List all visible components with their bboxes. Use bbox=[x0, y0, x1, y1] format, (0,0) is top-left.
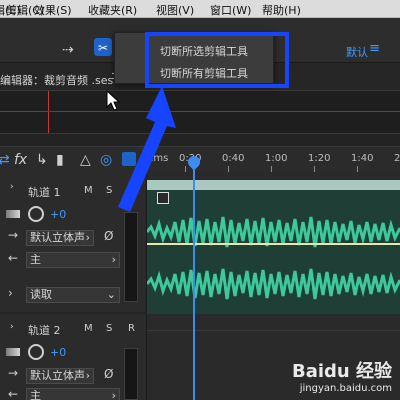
overview-strip[interactable] bbox=[0, 90, 400, 134]
ruler-label-1-20: 1:20 bbox=[308, 153, 331, 164]
track-2-output-arrow-icon: → bbox=[8, 366, 19, 380]
track-1-output-select[interactable]: 默认立体声 › bbox=[26, 230, 94, 246]
track-1-name[interactable]: 轨道 1 bbox=[28, 184, 61, 200]
waveform bbox=[147, 216, 400, 300]
track-1-level-meter bbox=[124, 212, 138, 302]
track-1-automation-expand-icon[interactable]: › bbox=[8, 286, 13, 300]
track-1-volume-knob[interactable] bbox=[28, 206, 44, 222]
chevron-right-icon: › bbox=[85, 231, 90, 244]
playhead-line[interactable] bbox=[193, 160, 195, 400]
sends-icon[interactable]: ↳ bbox=[36, 152, 48, 168]
workspace-menu-icon[interactable]: ≡ bbox=[369, 41, 380, 56]
track-1-input-label: 主 bbox=[30, 253, 41, 266]
waveform-bottom bbox=[147, 268, 400, 300]
track-1-collapse-icon[interactable]: › bbox=[10, 182, 14, 192]
mouse-cursor-icon bbox=[106, 90, 121, 111]
clip-header[interactable] bbox=[147, 180, 400, 190]
track-divider bbox=[147, 330, 400, 331]
ruler-label-1-00: 1:00 bbox=[265, 153, 288, 164]
track-1-volume-meter-icon bbox=[6, 210, 20, 218]
ruler-label-2: 2 bbox=[394, 153, 400, 164]
eq-icon[interactable]: ▮ bbox=[56, 152, 64, 168]
ruler-label-1-40: 1:40 bbox=[351, 153, 374, 164]
track-1-volume-value[interactable]: +0 bbox=[50, 208, 66, 221]
track-2-input-select[interactable]: 主 › bbox=[26, 388, 120, 400]
watermark-url: jingyan.baidu.com bbox=[299, 383, 392, 394]
track-2-name[interactable]: 轨道 2 bbox=[28, 322, 61, 338]
audio-clip-track-1[interactable] bbox=[147, 180, 400, 314]
track-2-output-label: 默认立体声 bbox=[30, 369, 85, 382]
menu-view[interactable]: 视图(V) bbox=[156, 2, 194, 18]
watermark: Baidu 经验 jingyan.baidu.com bbox=[292, 357, 392, 394]
chevron-down-icon: ⌄ bbox=[106, 288, 116, 301]
workspace-label[interactable]: 默认 bbox=[346, 44, 368, 60]
track-2-solo-button[interactable]: S bbox=[106, 323, 112, 334]
track-2-volume-value[interactable]: +0 bbox=[50, 346, 66, 359]
track-1-output-arrow-icon: → bbox=[8, 228, 19, 242]
fx-icon[interactable]: fx bbox=[14, 152, 27, 168]
track-2-level-meter bbox=[124, 348, 138, 400]
overview-marker bbox=[48, 91, 49, 133]
chevron-right-icon: › bbox=[111, 253, 116, 266]
menu-help[interactable]: 帮助(H) bbox=[262, 2, 301, 18]
ruler-label-0-40: 0:40 bbox=[222, 153, 245, 164]
razor-tool-icon[interactable]: ✂ bbox=[94, 38, 112, 56]
arrange-icon[interactable]: ⇄ bbox=[0, 152, 10, 168]
chevron-right-icon: › bbox=[111, 389, 116, 400]
track-1-input-select[interactable]: 主 › bbox=[26, 252, 120, 268]
track-2-collapse-icon[interactable]: › bbox=[10, 322, 14, 332]
menu-favorites[interactable]: 收藏夹(R) bbox=[88, 2, 137, 18]
phase-invert-icon[interactable]: Ø bbox=[104, 229, 113, 243]
menu-effects[interactable]: 效果(S) bbox=[34, 2, 72, 18]
track-1-automation-select[interactable]: 读取 ⌄ bbox=[26, 287, 120, 303]
metronome-icon[interactable]: △ bbox=[80, 152, 91, 168]
move-tool-icon[interactable]: ⇢ bbox=[62, 40, 74, 60]
track-2-input-label: 主 bbox=[30, 389, 41, 400]
time-ruler[interactable]: hms 0:20 0:40 1:00 1:20 1:40 2 bbox=[147, 150, 400, 172]
overview-divider bbox=[0, 111, 400, 112]
phase-invert-icon[interactable]: Ø bbox=[104, 367, 113, 381]
menu-bar: 辑(E) 剪辑(C) 效果(S) 收藏夹(R) 视图(V) 窗口(W) 帮助(H… bbox=[0, 0, 400, 18]
track-1-input-arrow-icon: ← bbox=[8, 251, 19, 265]
track-2-input-arrow-icon: ← bbox=[8, 387, 19, 400]
chevron-right-icon: › bbox=[85, 369, 90, 382]
watermark-title: Baidu 经验 bbox=[291, 361, 392, 382]
track-2-volume-meter-icon bbox=[6, 348, 20, 356]
menu-window[interactable]: 窗口(W) bbox=[210, 2, 251, 18]
track-1-output-label: 默认立体声 bbox=[30, 231, 85, 244]
track-1-automation-label: 读取 bbox=[30, 288, 52, 301]
track-1-mute-button[interactable]: M bbox=[84, 185, 93, 196]
track-2-volume-knob[interactable] bbox=[28, 344, 44, 360]
waveform-top bbox=[147, 216, 400, 248]
track-2-record-button[interactable]: R bbox=[128, 323, 135, 334]
track-2-output-select[interactable]: 默认立体声 › bbox=[26, 368, 94, 384]
track-2-mute-button[interactable]: M bbox=[84, 323, 93, 334]
track-2-header: › 轨道 2 M S R +0 → 默认立体声 › Ø ← 主 › bbox=[0, 314, 147, 400]
